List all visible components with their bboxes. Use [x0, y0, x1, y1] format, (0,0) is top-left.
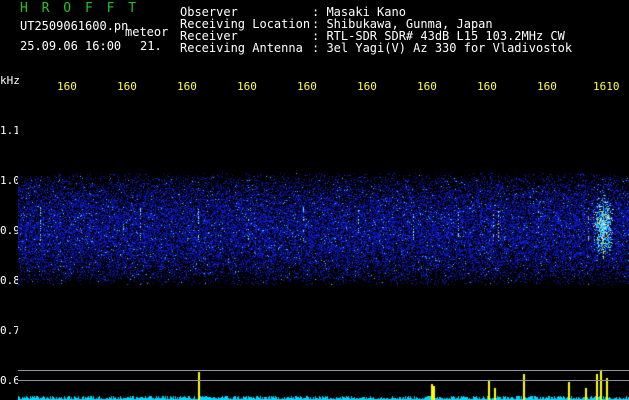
count: 21.	[140, 39, 162, 53]
spectrogram	[18, 95, 629, 400]
x-tick-1: 160	[57, 80, 77, 93]
y-tick-5: 0.7	[0, 324, 20, 337]
x-tick-5: 160	[297, 80, 317, 93]
antenna-label: Receiving Antenna	[180, 41, 303, 55]
baseline-separator-top	[18, 370, 629, 371]
x-tick-3: 160	[177, 80, 197, 93]
x-tick-2: 160	[117, 80, 137, 93]
y-unit-label: kHz	[0, 74, 20, 87]
y-tick-2: 1.0	[0, 174, 20, 187]
file-tag: meteor	[125, 25, 169, 39]
hrofft-window: H R O F F T UT2509061600.pn meteor 25.09…	[0, 0, 629, 400]
baseline-separator-bottom	[18, 380, 629, 381]
y-tick-3: 0.9	[0, 224, 20, 237]
x-tick-6: 160	[357, 80, 377, 93]
x-tick-9: 160	[537, 80, 557, 93]
x-tick-4: 160	[237, 80, 257, 93]
y-tick-1: 1.1	[0, 124, 20, 137]
x-tick-7: 160	[417, 80, 437, 93]
y-tick-4: 0.8	[0, 274, 20, 287]
x-tick-8: 160	[477, 80, 497, 93]
antenna-value: : 3el Yagi(V) Az 330 for Vladivostok	[312, 41, 573, 55]
file-name: UT2509061600.pn	[20, 19, 129, 33]
datetime: 25.09.06 16:00	[20, 39, 122, 53]
y-tick-6: 0.6	[0, 374, 20, 387]
x-tick-10: 1610	[593, 80, 620, 93]
app-title: H R O F F T	[20, 1, 140, 16]
